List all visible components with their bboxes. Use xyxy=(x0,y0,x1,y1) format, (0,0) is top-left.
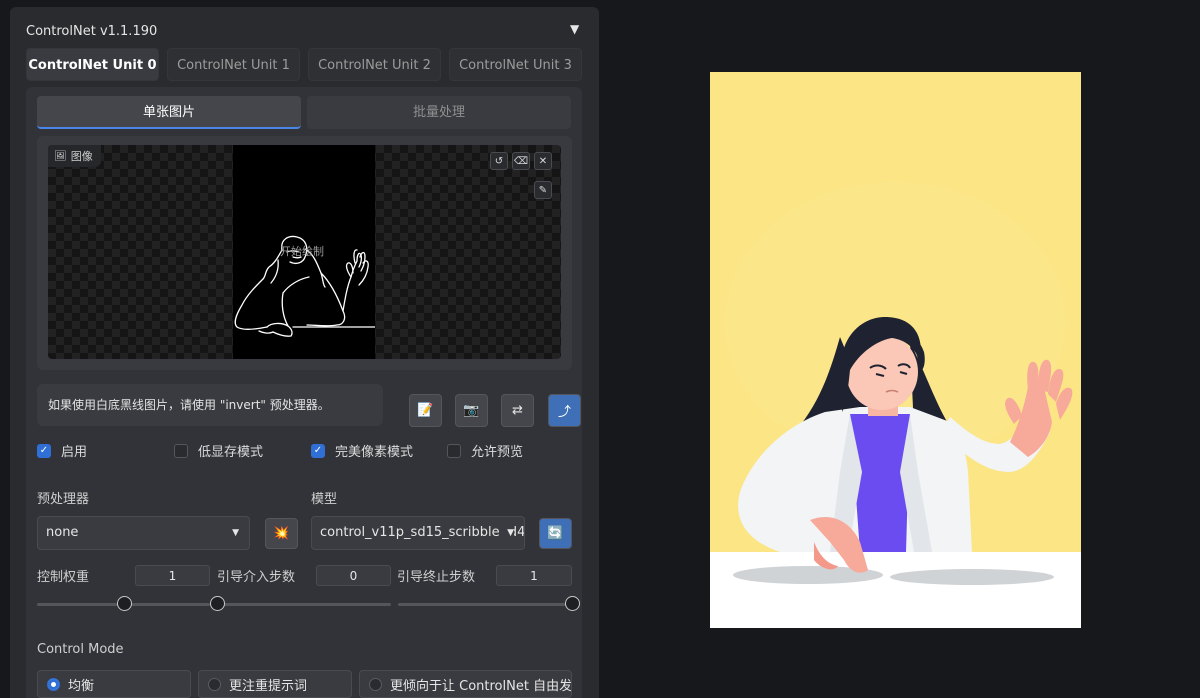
undo-icon[interactable]: ↺ xyxy=(490,152,508,170)
mode-balanced-radio[interactable]: 均衡 xyxy=(37,670,191,698)
mirror-webcam-button[interactable]: ⇄ xyxy=(501,394,534,427)
radio-dot xyxy=(208,677,221,691)
chevron-down-icon: ▼ xyxy=(232,528,239,538)
image-input: 🖼 图像 开始绘制 ↺ ⌫ ✕ ✎ xyxy=(37,136,572,370)
check-icon: ✓ xyxy=(311,443,325,458)
tab-controlnet-unit-2[interactable]: ControlNet Unit 2 xyxy=(308,48,441,81)
swap-icon: ⇄ xyxy=(512,403,523,418)
chevron-down-icon: ▼ xyxy=(501,517,514,549)
guidance-end-input[interactable]: 1 xyxy=(496,565,572,586)
tab-batch[interactable]: 批量处理 xyxy=(307,96,571,129)
close-icon[interactable]: ✕ xyxy=(534,152,552,170)
mode-controlnet-radio[interactable]: 更倾向于让 ControlNet 自由发挥 xyxy=(359,670,572,698)
run-preprocessor-button[interactable]: 💥 xyxy=(265,518,298,549)
enable-checkbox[interactable]: ✓ 启用 xyxy=(37,441,87,460)
image-canvas[interactable]: 🖼 图像 开始绘制 ↺ ⌫ ✕ ✎ xyxy=(48,145,561,359)
tab-controlnet-unit-1[interactable]: ControlNet Unit 1 xyxy=(167,48,300,81)
preprocessor-label: 预处理器 xyxy=(37,492,90,507)
guidance-end-label: 引导终止步数 xyxy=(397,570,476,585)
invert-hint: 如果使用白底黑线图片，请使用 "invert" 预处理器。 xyxy=(37,384,383,426)
notepad-icon: 📝 xyxy=(417,403,434,418)
guidance-end-slider-thumb[interactable] xyxy=(565,596,580,611)
image-icon: 🖼 xyxy=(54,150,67,162)
eraser-icon[interactable]: ⌫ xyxy=(512,152,530,170)
tab-single-image[interactable]: 单张图片 xyxy=(37,96,301,129)
control-weight-label: 控制权重 xyxy=(37,570,90,585)
checkbox-box xyxy=(174,443,188,458)
create-canvas-button[interactable]: 📝 xyxy=(409,394,442,427)
guidance-start-input[interactable]: 0 xyxy=(316,565,391,586)
refresh-models-button[interactable]: 🔄 xyxy=(539,518,572,549)
radio-dot xyxy=(369,677,382,691)
control-mode-title: Control Mode xyxy=(37,642,124,657)
brush-icon[interactable]: ✎ xyxy=(534,181,552,199)
controlnet-panel: ControlNet v1.1.190 ▼ ControlNet Unit 0 … xyxy=(10,7,599,698)
guidance-start-slider-thumb[interactable] xyxy=(210,596,225,611)
image-label: 🖼 图像 xyxy=(48,145,101,167)
refresh-icon: 🔄 xyxy=(547,526,564,541)
allow-preview-checkbox[interactable]: 允许预览 xyxy=(447,441,523,460)
arrow-up-icon: ⤴ xyxy=(557,405,571,420)
radio-dot xyxy=(47,677,60,691)
panel-title: ControlNet v1.1.190 xyxy=(26,24,158,39)
triangle-down-icon[interactable]: ▼ xyxy=(570,22,579,36)
unit-content: 单张图片 批量处理 🖼 图像 开始绘制 ↺ ⌫ ✕ ✎ 如果使用白底黑线图片，请… xyxy=(26,87,582,698)
checkbox-box xyxy=(447,443,461,458)
draw-hint: 开始绘制 xyxy=(280,245,324,258)
guidance-end-slider[interactable] xyxy=(398,603,572,606)
mode-prompt-radio[interactable]: 更注重提示词 xyxy=(198,670,352,698)
generated-image xyxy=(710,72,1081,628)
tab-controlnet-unit-3[interactable]: ControlNet Unit 3 xyxy=(449,48,582,81)
check-icon: ✓ xyxy=(37,443,51,458)
preprocessor-select[interactable]: none ▼ xyxy=(37,516,250,550)
pixel-perfect-checkbox[interactable]: ✓ 完美像素模式 xyxy=(311,441,413,460)
control-weight-input[interactable]: 1 xyxy=(135,565,210,586)
guidance-start-label: 引导介入步数 xyxy=(217,570,296,585)
low-vram-checkbox[interactable]: 低显存模式 xyxy=(174,441,263,460)
webcam-button[interactable]: 📷 xyxy=(455,394,488,427)
model-label: 模型 xyxy=(311,492,338,507)
control-weight-slider-thumb[interactable] xyxy=(116,596,132,611)
guidance-start-slider[interactable] xyxy=(217,603,391,606)
camera-icon: 📷 xyxy=(463,403,480,418)
model-select[interactable]: control_v11p_sd15_scribble [d4ba51ff] ▼ xyxy=(311,516,525,550)
explosion-icon: 💥 xyxy=(273,526,290,541)
send-dimensions-button[interactable]: ⤴ xyxy=(548,394,581,427)
tab-controlnet-unit-0[interactable]: ControlNet Unit 0 xyxy=(26,48,159,81)
